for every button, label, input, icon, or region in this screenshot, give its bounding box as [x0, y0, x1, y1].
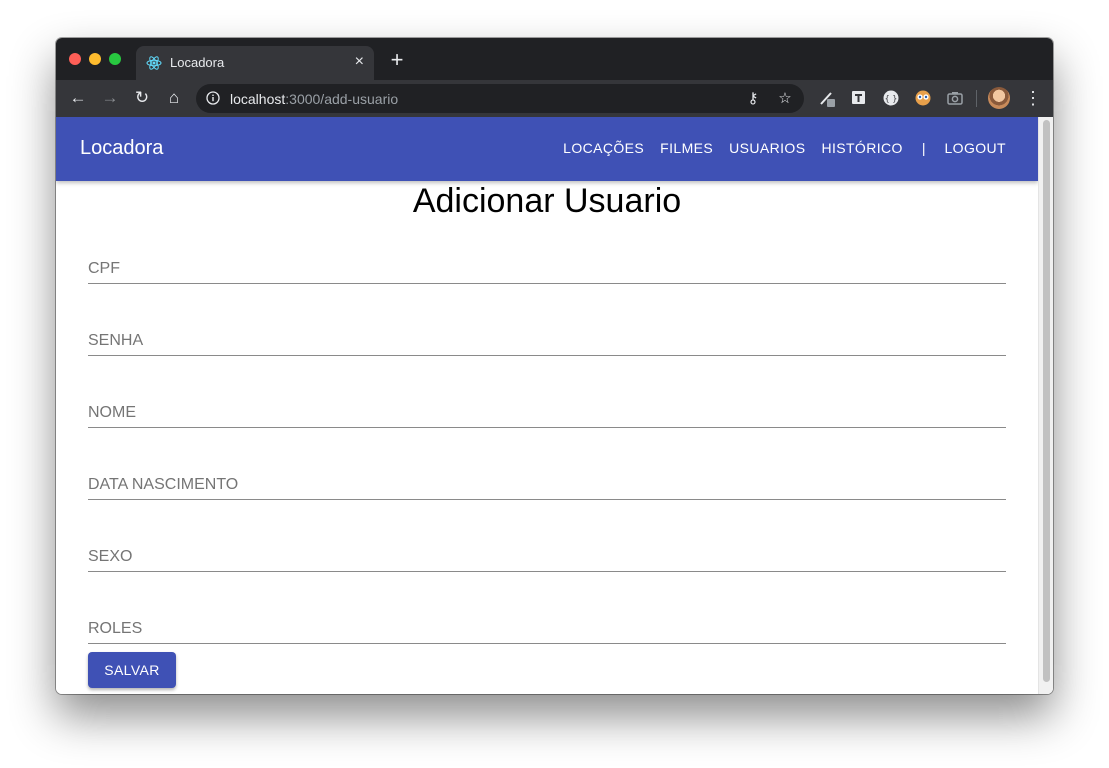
nav-usuarios[interactable]: USUARIOS	[729, 140, 805, 156]
new-tab-button[interactable]: +	[387, 49, 407, 71]
home-icon[interactable]: ⌂	[164, 88, 184, 108]
roles-field[interactable]	[88, 603, 1006, 644]
info-icon[interactable]	[206, 91, 220, 105]
camera-extension-icon[interactable]	[946, 89, 964, 107]
tab-bar: Locadora × +	[56, 38, 1053, 80]
nome-input[interactable]	[88, 387, 1006, 427]
cpf-input[interactable]	[88, 243, 1006, 283]
nav-locacoes[interactable]: LOCAÇÕES	[563, 140, 644, 156]
owl-extension-icon[interactable]	[914, 89, 932, 107]
pencil-extension-icon[interactable]	[818, 89, 836, 107]
url-text: localhost:3000/add-usuario	[230, 91, 398, 107]
json-extension-icon[interactable]: { }	[882, 89, 900, 107]
profile-avatar[interactable]	[988, 87, 1010, 109]
toolbar-divider	[976, 90, 977, 107]
salvar-button[interactable]: SALVAR	[88, 652, 176, 688]
scrollbar-thumb[interactable]	[1043, 120, 1050, 682]
url-path: :3000/add-usuario	[285, 91, 399, 107]
browser-toolbar: ← → ↻ ⌂ localhost:3000/add-usuario ⚷ ☆ {…	[56, 80, 1053, 117]
address-bar[interactable]: localhost:3000/add-usuario ⚷ ☆	[196, 84, 804, 113]
sexo-input[interactable]	[88, 531, 1006, 571]
app-brand[interactable]: Locadora	[80, 137, 163, 160]
react-icon	[146, 56, 162, 70]
svg-text:{ }: { }	[885, 94, 898, 103]
key-icon[interactable]: ⚷	[744, 90, 762, 108]
nav-logout[interactable]: LOGOUT	[944, 140, 1006, 156]
t-extension-icon[interactable]	[850, 89, 868, 107]
page-title: Adicionar Usuario	[412, 182, 682, 220]
cpf-field[interactable]	[88, 243, 1006, 284]
reload-icon[interactable]: ↻	[132, 88, 152, 108]
scrollbar[interactable]	[1038, 117, 1053, 694]
nav-separator: |	[921, 140, 926, 156]
data-nascimento-field[interactable]	[88, 459, 1006, 500]
browser-window: Locadora × + ← → ↻ ⌂ localhost:3000/add-…	[56, 38, 1053, 694]
browser-tab[interactable]: Locadora ×	[136, 46, 374, 80]
tab-close-icon[interactable]: ×	[355, 52, 364, 72]
senha-input[interactable]	[88, 315, 1006, 355]
url-host: localhost	[230, 91, 286, 107]
data-nascimento-input[interactable]	[88, 459, 1006, 499]
back-icon[interactable]: ←	[68, 88, 88, 108]
forward-icon[interactable]: →	[100, 88, 120, 108]
app-bar: Locadora LOCAÇÕES FILMES USUARIOS HISTÓR…	[56, 117, 1038, 181]
nav-historico[interactable]: HISTÓRICO	[821, 140, 902, 156]
roles-input[interactable]	[88, 603, 1006, 643]
star-icon[interactable]: ☆	[776, 90, 794, 108]
close-window-button[interactable]	[69, 53, 81, 65]
tab-title: Locadora	[170, 55, 225, 70]
page-viewport: Locadora LOCAÇÕES FILMES USUARIOS HISTÓR…	[56, 117, 1053, 694]
maximize-window-button[interactable]	[109, 53, 121, 65]
nome-field[interactable]	[88, 387, 1006, 428]
senha-field[interactable]	[88, 315, 1006, 356]
main-nav: LOCAÇÕES FILMES USUARIOS HISTÓRICO | LOG…	[547, 140, 1006, 156]
sexo-field[interactable]	[88, 531, 1006, 572]
minimize-window-button[interactable]	[89, 53, 101, 65]
nav-filmes[interactable]: FILMES	[660, 140, 713, 156]
browser-menu-icon[interactable]: ⋮	[1024, 88, 1042, 108]
